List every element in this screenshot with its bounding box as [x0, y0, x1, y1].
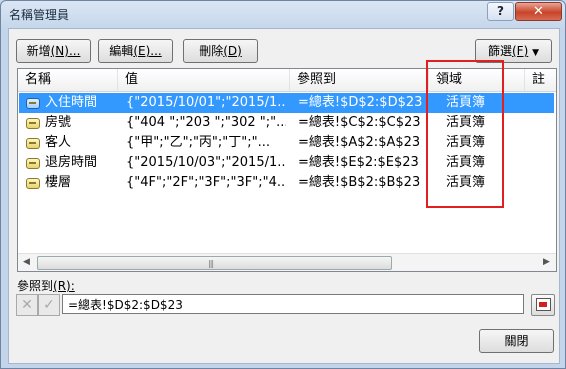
column-header-refers-to[interactable]: 參照到 [290, 69, 429, 91]
refers-to-cell: =總表!$D$2:$D$23 [298, 95, 423, 110]
refers-to-input[interactable]: =總表!$D$2:$D$23 [62, 294, 524, 314]
filter-button[interactable]: 篩選(F) ▼ [475, 39, 552, 63]
scroll-thumb[interactable]: ||| [37, 256, 392, 270]
defined-name-icon [26, 158, 40, 169]
refers-to-cell: =總表!$A$2:$A$23 [298, 135, 421, 150]
list-header: 名稱 值 參照到 領域 註解 [18, 69, 556, 109]
scope-cell: 活頁簿 [446, 155, 486, 170]
new-button[interactable]: 新增(N)... [16, 39, 91, 63]
cancel-edit-icon[interactable]: ✕ [16, 294, 38, 316]
value-cell: {"4F";"2F";"3F";"3F";"4... [126, 175, 286, 190]
name-cell: 房號 [45, 115, 72, 130]
refers-to-cell: =總表!$B$2:$B$23 [298, 175, 421, 190]
grip-icon: ||| [208, 259, 214, 268]
dialog-body: 新增(N)... 編輯(E)... 刪除(D) 篩選(F) ▼ 名稱 值 參照到… [8, 28, 560, 364]
close-window-button[interactable]: ✕ [515, 2, 562, 21]
table-row[interactable]: 房號 {"404 ";"203 ";"302 ";"... =總表!$C$2:$C$… [19, 113, 554, 133]
table-row[interactable]: 入住時間 {"2015/10/01";"2015/1... =總表!$D$2:$D$… [19, 93, 554, 113]
scope-cell: 活頁簿 [446, 115, 486, 130]
comment-cell [533, 113, 553, 133]
names-list[interactable]: 名稱 值 參照到 領域 註解 入住時間 {"2015/10/01";"2015/1… [17, 68, 557, 272]
name-cell: 退房時間 [45, 155, 98, 170]
column-header-scope[interactable]: 領域 [429, 69, 525, 91]
value-cell: {"甲";"乙";"丙";"丁";"... [126, 135, 271, 150]
scope-cell: 活頁簿 [446, 175, 486, 190]
defined-name-icon [26, 118, 40, 129]
edit-button[interactable]: 編輯(E)... [98, 39, 173, 63]
defined-name-icon [26, 178, 40, 189]
scope-cell: 活頁簿 [446, 135, 486, 150]
table-row[interactable]: 樓層 {"4F";"2F";"3F";"3F";"4... =總表!$B$2:$B$… [19, 173, 554, 193]
collapse-dialog-button[interactable] [531, 294, 555, 316]
name-cell: 樓層 [45, 175, 72, 190]
table-row[interactable]: 客人 {"甲";"乙";"丙";"丁";"... =總表!$A$2:$A$23 活頁簿 [19, 133, 554, 153]
column-header-value[interactable]: 值 [118, 69, 290, 91]
column-header-comment[interactable]: 註解 [525, 69, 556, 109]
close-button[interactable]: 關閉 [479, 329, 554, 353]
scroll-left-icon[interactable]: ◀ [18, 254, 35, 271]
help-button[interactable]: ? [487, 2, 514, 21]
name-cell: 入住時間 [45, 95, 98, 110]
dialog-title: 名稱管理員 [9, 8, 70, 22]
comment-cell [533, 93, 553, 113]
defined-name-icon [26, 138, 40, 149]
name-manager-dialog: 名稱管理員 ? ✕ 新增(N)... 編輯(E)... 刪除(D) 篩選(F) … [0, 0, 566, 369]
horizontal-scrollbar[interactable]: ◀ ||| ▶ [18, 253, 556, 271]
delete-button[interactable]: 刪除(D) [183, 39, 258, 63]
title-bar: 名稱管理員 ? ✕ [1, 1, 565, 27]
name-cell: 客人 [45, 135, 72, 150]
refers-to-cell: =總表!$C$2:$C$23 [298, 115, 421, 130]
table-row[interactable]: 退房時間 {"2015/10/03";"2015/1... =總表!$E$2:$E$… [19, 153, 554, 173]
value-cell: {"2015/10/01";"2015/1... [126, 95, 286, 110]
scroll-right-icon[interactable]: ▶ [538, 254, 555, 271]
column-header-name[interactable]: 名稱 [18, 69, 118, 91]
confirm-edit-icon[interactable]: ✓ [38, 294, 60, 316]
refers-to-label: 參照到(R): [17, 279, 75, 293]
dropdown-arrow-icon: ▼ [532, 48, 540, 58]
value-cell: {"404 ";"203 ";"302 ";"... [126, 115, 286, 130]
comment-cell [533, 173, 553, 193]
comment-cell [533, 153, 553, 173]
defined-name-icon [26, 98, 40, 109]
refers-to-cell: =總表!$E$2:$E$23 [298, 155, 419, 170]
value-cell: {"2015/10/03";"2015/1... [126, 155, 286, 170]
range-picker-highlight [539, 302, 547, 307]
scope-cell: 活頁簿 [446, 95, 486, 110]
comment-cell [533, 133, 553, 153]
